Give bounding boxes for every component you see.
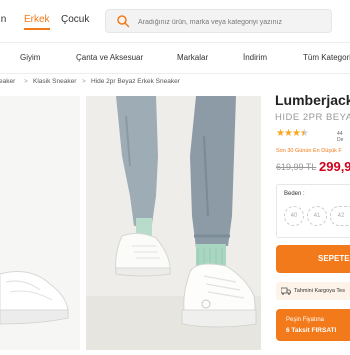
product-brand[interactable]: Lumberjack	[275, 92, 350, 108]
half-star-icon: ★★	[299, 128, 309, 139]
truck-icon	[281, 287, 291, 295]
breadcrumb-current: Hide 2pr Beyaz Erkek Sneaker	[91, 78, 180, 85]
search-input[interactable]	[136, 13, 330, 31]
size-option-42[interactable]: 42	[330, 206, 350, 226]
category-clothing[interactable]: Giyim	[20, 53, 40, 62]
rating-stars: ★★★★★	[276, 128, 309, 139]
product-image-secondary[interactable]	[0, 96, 80, 350]
breadcrumb-item[interactable]: Klasik Sneaker	[33, 78, 76, 85]
gender-tab-men[interactable]: Erkek	[24, 14, 50, 30]
active-tab-underline	[24, 28, 50, 30]
sneaker-worn-image	[86, 96, 261, 350]
review-count[interactable]: 44 De	[337, 131, 350, 143]
add-to-cart-button[interactable]: SEPETE	[276, 245, 350, 273]
gender-tab-women[interactable]: ın	[0, 14, 6, 25]
gender-tab-kids[interactable]: Çocuk	[61, 14, 89, 25]
breadcrumb-item[interactable]: eaker	[0, 78, 15, 85]
add-to-cart-label: SEPETE	[318, 254, 350, 263]
breadcrumb-separator: >	[24, 78, 28, 85]
old-price: 619,99 TL	[276, 162, 317, 172]
lowest-price-note: Son 30 Günün En Düşük F	[276, 148, 342, 154]
star-icon: ★	[276, 128, 285, 139]
star-icon: ★	[291, 128, 301, 139]
category-sale[interactable]: İndirim	[243, 53, 267, 62]
installment-promo-banner[interactable]: Peşin Fiyatına 6 Taksit FIRSATI	[276, 309, 350, 341]
promo-line-1: Peşin Fiyatına	[286, 317, 325, 323]
shipping-estimate: Tahmini Kargoya Tes	[276, 282, 350, 300]
search-icon[interactable]	[116, 14, 130, 28]
search-bar[interactable]	[105, 9, 332, 33]
header: ın Erkek Çocuk	[0, 0, 350, 42]
size-label: Beden :	[284, 191, 305, 197]
product-image-main[interactable]	[86, 96, 261, 350]
star-icon: ★	[283, 128, 293, 139]
category-nav: Giyim Çanta ve Aksesuar Markalar İndirim…	[0, 42, 350, 74]
product-name: HIDE 2PR BEYA	[275, 112, 350, 123]
promo-line-2: 6 Taksit FIRSATI	[286, 327, 337, 334]
size-option-41[interactable]: 41	[307, 206, 327, 226]
size-option-40[interactable]: 40	[284, 206, 304, 226]
current-price: 299,9	[319, 159, 350, 174]
category-all[interactable]: Tüm Kategori	[303, 53, 350, 62]
category-brands[interactable]: Markalar	[177, 53, 208, 62]
sneaker-side-image	[0, 96, 80, 350]
shipping-text: Tahmini Kargoya Tes	[294, 288, 345, 294]
breadcrumb: eaker > Klasik Sneaker > Hide 2pr Beyaz …	[0, 78, 275, 90]
breadcrumb-separator: >	[82, 78, 86, 85]
gender-tab-men-label: Erkek	[24, 14, 50, 25]
category-bags-accessories[interactable]: Çanta ve Aksesuar	[76, 53, 143, 62]
